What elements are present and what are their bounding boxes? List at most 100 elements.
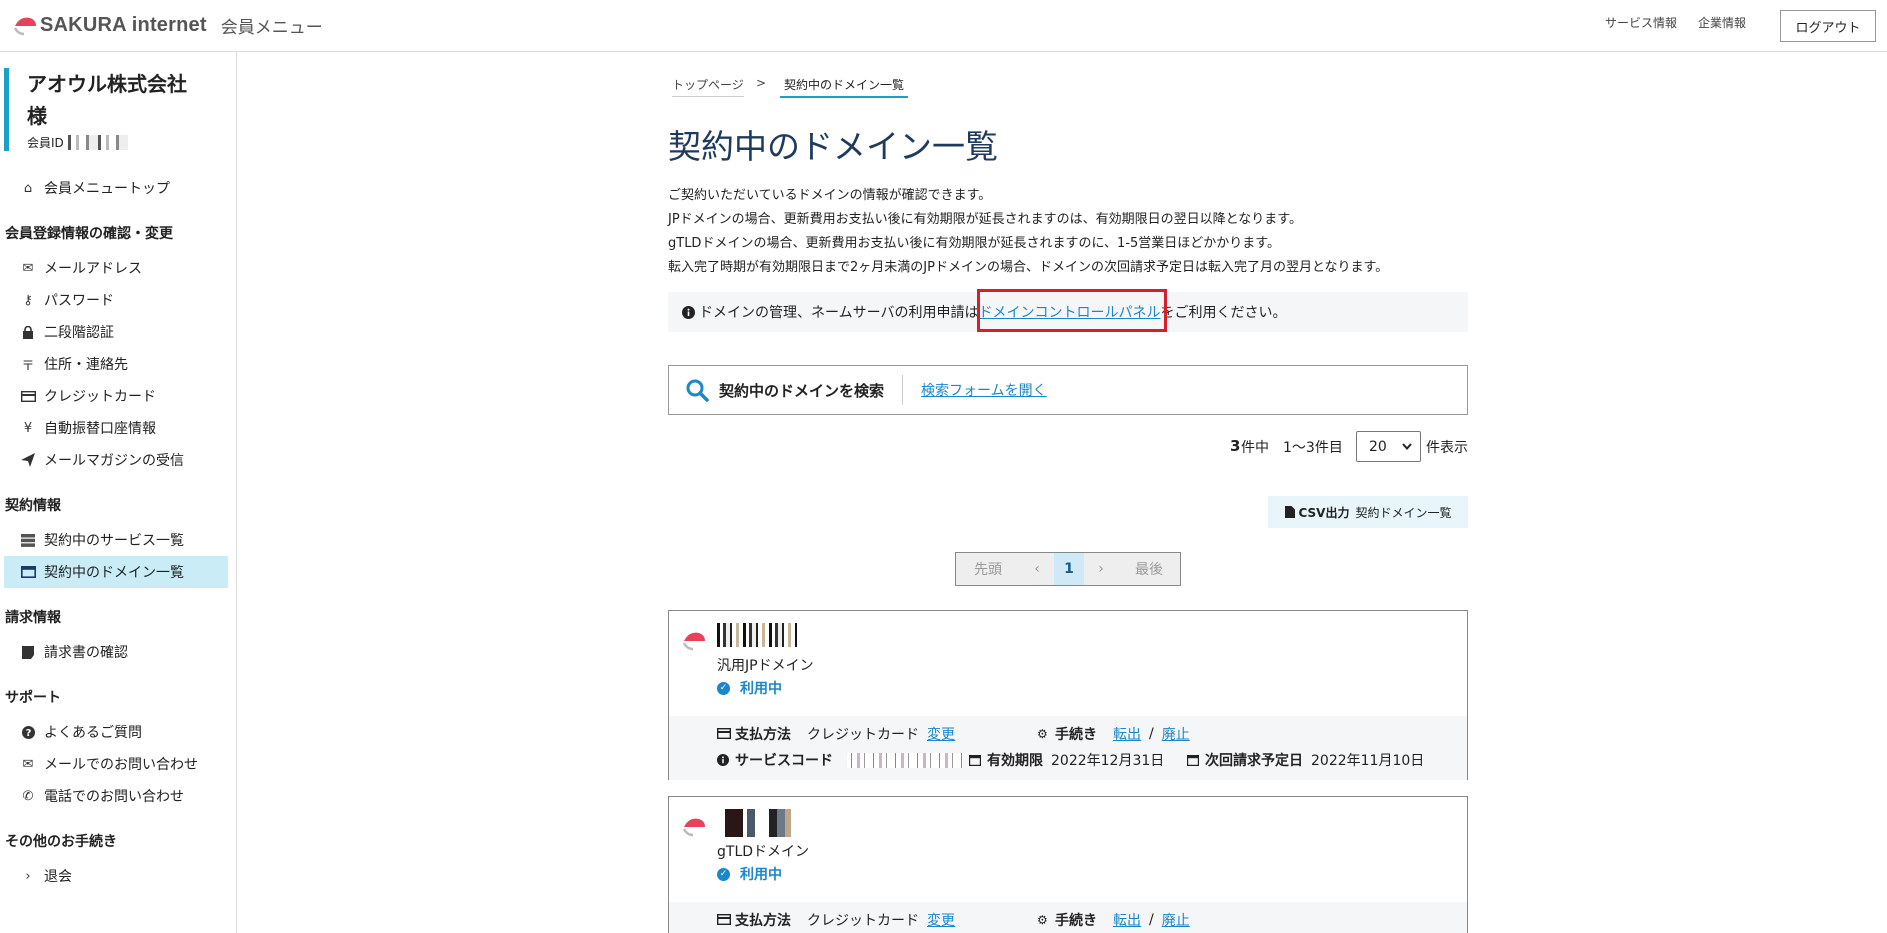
sidebar-item-credit-card[interactable]: クレジットカード [4, 380, 228, 412]
logout-button[interactable]: ログアウト [1780, 10, 1876, 42]
expiry-value: 2022年12月31日 [1051, 753, 1165, 769]
sidebar-item-bank-transfer[interactable]: ¥ 自動振替口座情報 [4, 412, 228, 444]
pager-next[interactable]: › [1084, 553, 1118, 585]
member-id-redacted [67, 135, 128, 150]
sidebar-section-other: その他のお手続き [5, 834, 117, 850]
sidebar-item-two-factor[interactable]: 二段階認証 [4, 316, 228, 348]
question-circle-icon: ? [20, 724, 36, 740]
sakura-logo[interactable]: SAKURA internet 会員メニュー [12, 12, 323, 38]
pager-prev[interactable]: ‹ [1020, 553, 1054, 585]
notice-text-before: ドメインの管理、ネームサーバの利用申請は [699, 305, 979, 321]
divider [902, 375, 904, 405]
procedure-label: 手続き [1055, 727, 1097, 743]
sidebar-item-label: よくあるご質問 [44, 725, 142, 741]
sidebar-item-label: 電話でのお問い合わせ [44, 789, 184, 805]
description-line-4: 転入完了時期が有効期限日まで2ヶ月未満のJPドメインの場合、ドメインの次回請求予… [668, 260, 1389, 275]
member-name-line2: 様 [27, 104, 47, 128]
sidebar-item-label: パスワード [44, 293, 114, 309]
open-search-form-link[interactable]: 検索フォームを開く [921, 380, 1047, 400]
sidebar-item-withdraw[interactable]: › 退会 [4, 860, 228, 892]
expiry-row: 有効期限 2022年12月31日 [969, 750, 1164, 770]
next-billing-row: 次回請求予定日 2022年11月10日 [1187, 750, 1424, 770]
service-code-redacted [847, 752, 963, 768]
sidebar-item-password[interactable]: ⚷ パスワード [4, 284, 228, 316]
transfer-out-link[interactable]: 転出 [1113, 724, 1141, 744]
sidebar-item-mail-contact[interactable]: ✉ メールでのお問い合わせ [4, 748, 228, 780]
info-circle-icon [682, 305, 695, 319]
key-icon: ⚷ [23, 292, 33, 308]
gear-icon: ⚙ [1037, 727, 1048, 741]
domain-search-panel: 契約中のドメインを検索 検索フォームを開く [668, 365, 1468, 415]
sidebar-section-billing: 請求情報 [5, 610, 61, 626]
sidebar-item-address[interactable]: 〒 住所・連絡先 [4, 348, 228, 380]
payment-value: クレジットカード [807, 727, 919, 743]
payment-change-link[interactable]: 変更 [927, 910, 955, 930]
pager-first[interactable]: 先頭 [956, 553, 1020, 585]
csv-export-button[interactable]: CSV出力 契約ドメイン一覧 [1268, 496, 1468, 528]
sidebar-section-registration: 会員登録情報の確認・変更 [5, 226, 173, 242]
postal-mark-icon: 〒 [21, 358, 35, 374]
nav-service-info[interactable]: サービス情報 [1605, 14, 1677, 31]
sidebar: アオウル株式会社 様 会員ID ⌂ 会員メニュートップ 会員登録情報の確認・変更… [0, 52, 237, 933]
payment-row: 支払方法 クレジットカード 変更 [716, 910, 955, 930]
search-panel-title: 契約中のドメインを検索 [719, 381, 885, 400]
procedure-label: 手続き [1055, 913, 1097, 929]
sakura-logo-icon [12, 12, 38, 38]
pager-page-1[interactable]: 1 [1054, 553, 1084, 585]
sidebar-item-label: クレジットカード [44, 389, 156, 405]
expiry-label: 有効期限 [987, 753, 1043, 769]
sidebar-item-email[interactable]: ✉ メールアドレス [4, 252, 228, 284]
member-info: アオウル株式会社 様 会員ID [4, 68, 234, 151]
cancel-domain-link[interactable]: 廃止 [1162, 910, 1190, 930]
domain-name-redacted [725, 809, 797, 837]
pagination: 先頭 ‹ 1 › 最後 [955, 552, 1181, 586]
domain-card: 汎用JPドメイン ✓ 利用中 支払方法 クレジットカード 変更 ⚙ 手続き 転出… [668, 610, 1468, 780]
member-id-label: 会員ID [27, 136, 64, 150]
description-line-2: JPドメインの場合、更新費用お支払い後に有効期限が延長されますのは、有効期限日の… [668, 212, 1302, 227]
home-icon: ⌂ [23, 180, 33, 196]
service-code-label: サービスコード [735, 753, 833, 769]
sidebar-item-faq[interactable]: ? よくあるご質問 [4, 716, 228, 748]
payment-change-link[interactable]: 変更 [927, 724, 955, 744]
domain-logo-icon [681, 627, 707, 657]
nav-company-info[interactable]: 企業情報 [1698, 14, 1746, 31]
per-page-select[interactable]: 20 [1356, 431, 1421, 462]
pager-last[interactable]: 最後 [1118, 553, 1180, 585]
sidebar-item-phone-contact[interactable]: ✆ 電話でのお問い合わせ [4, 780, 228, 812]
breadcrumb-home[interactable]: トップページ [672, 76, 744, 97]
status-text: 利用中 [740, 681, 782, 697]
sidebar-item-label: メールアドレス [44, 261, 142, 277]
description-line-1: ご契約いただいているドメインの情報が確認できます。 [668, 188, 992, 203]
server-icon [20, 532, 36, 548]
calendar-icon [969, 754, 983, 767]
check-circle-icon: ✓ [717, 681, 730, 695]
sidebar-item-member-top[interactable]: ⌂ 会員メニュートップ [4, 172, 228, 204]
payment-label: 支払方法 [735, 727, 791, 743]
gear-icon: ⚙ [1037, 913, 1048, 927]
breadcrumb-current: 契約中のドメイン一覧 [780, 76, 909, 98]
sidebar-item-newsletter[interactable]: メールマガジンの受信 [4, 444, 228, 476]
per-page-suffix: 件表示 [1426, 440, 1468, 456]
domain-card: gTLDドメイン ✓ 利用中 支払方法 クレジットカード 変更 ⚙ 手続き 転出… [668, 796, 1468, 933]
sidebar-item-services[interactable]: 契約中のサービス一覧 [4, 524, 228, 556]
brand-name: SAKURA internet [40, 13, 207, 36]
service-code-row: サービスコード [717, 750, 963, 770]
credit-card-icon [20, 388, 36, 404]
status-text: 利用中 [740, 867, 782, 883]
transfer-out-link[interactable]: 転出 [1113, 910, 1141, 930]
envelope-icon: ✉ [22, 756, 34, 772]
sidebar-item-label: 二段階認証 [44, 325, 114, 341]
sidebar-item-invoices[interactable]: 請求書の確認 [4, 636, 228, 668]
procedure-row: ⚙ 手続き 転出 / 廃止 [1037, 910, 1190, 930]
cancel-domain-link[interactable]: 廃止 [1162, 724, 1190, 744]
window-icon [20, 564, 36, 580]
credit-card-icon [716, 727, 732, 740]
per-page-value: 20 [1369, 438, 1387, 455]
sidebar-item-label: 住所・連絡先 [44, 357, 128, 373]
domain-type: 汎用JPドメイン [717, 658, 814, 674]
payment-label: 支払方法 [735, 913, 791, 929]
result-count-number: 3 [1230, 437, 1241, 455]
notice-text-after: をご利用ください。 [1160, 305, 1287, 321]
sidebar-item-domains[interactable]: 契約中のドメイン一覧 [4, 556, 228, 588]
procedure-slash: / [1149, 912, 1154, 928]
